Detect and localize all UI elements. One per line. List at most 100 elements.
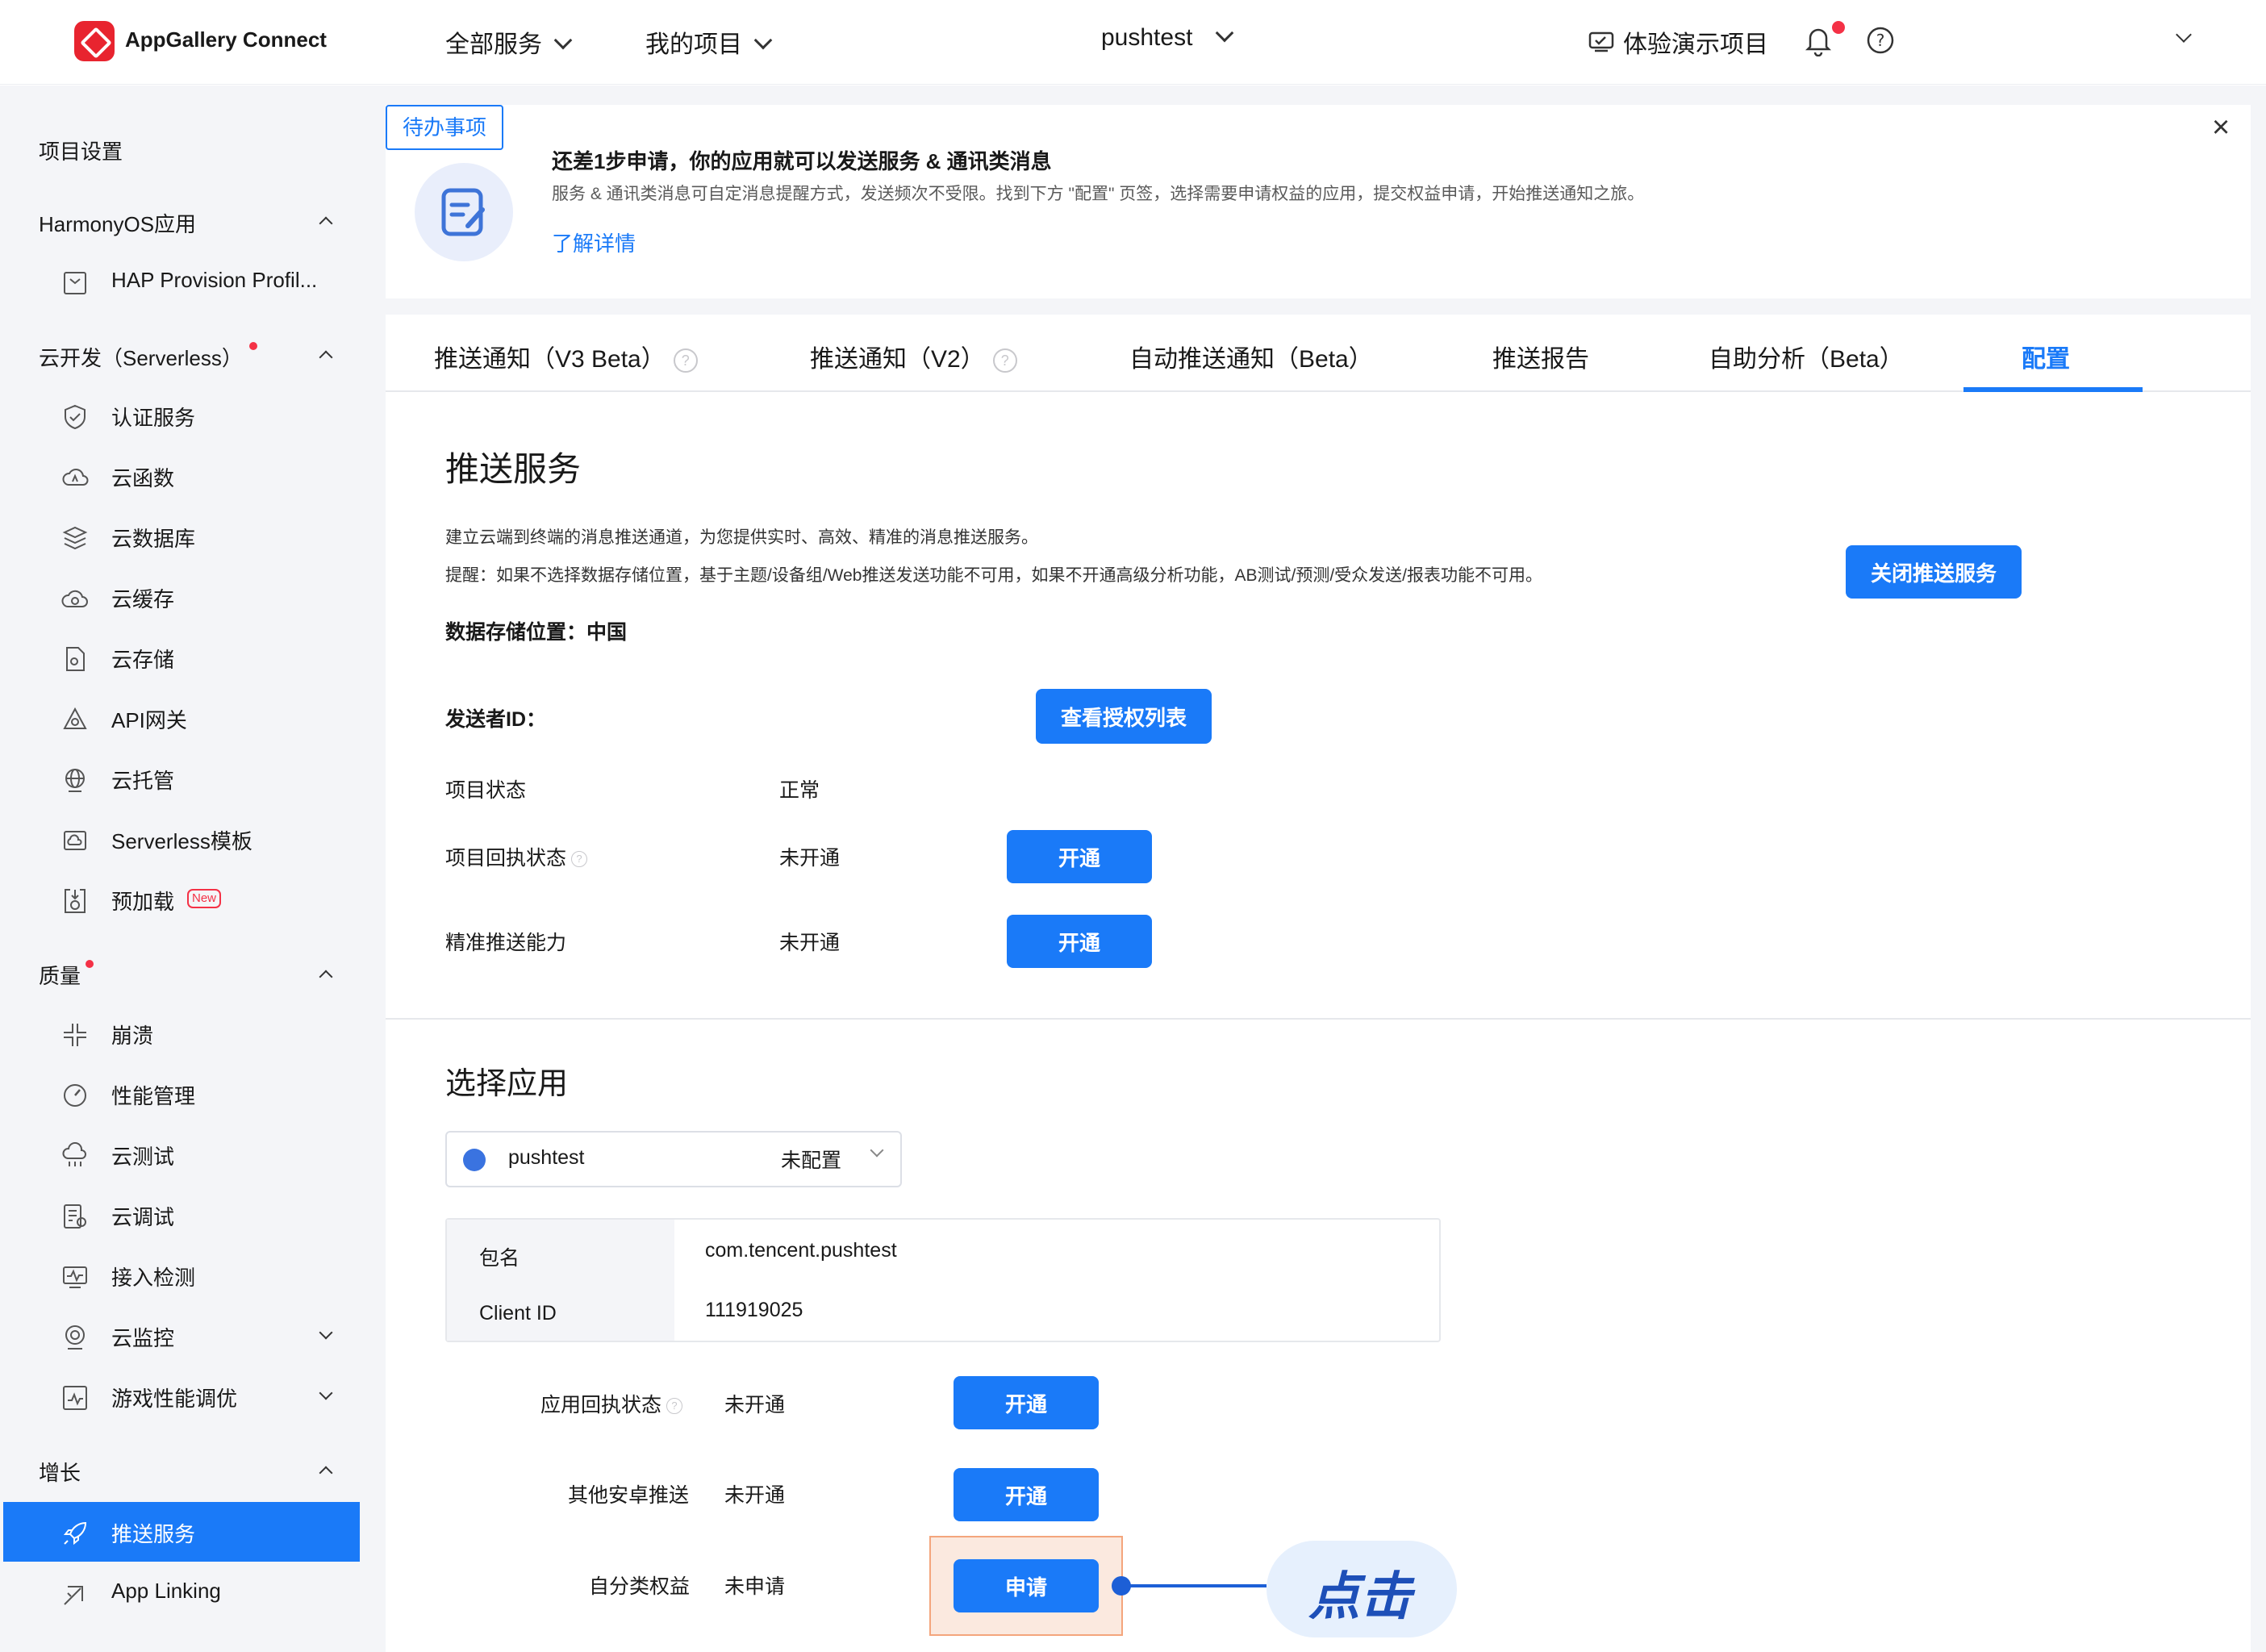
sidebar-group-serverless[interactable]: 云开发（Serverless）: [39, 342, 243, 372]
sidebar-item-cloud-db[interactable]: 云数据库: [3, 507, 360, 566]
account-menu-chevron[interactable]: [2176, 27, 2192, 44]
sidebar-group-harmonyos[interactable]: HarmonyOS应用: [39, 208, 196, 238]
sidebar-item-api-gateway[interactable]: API网关: [3, 688, 360, 748]
tab-push-report[interactable]: 推送报告: [1492, 339, 1589, 374]
tab-auto-push[interactable]: 自动推送通知（Beta）: [1129, 339, 1373, 374]
sidebar-project-settings[interactable]: 项目设置: [39, 136, 123, 165]
database-icon: [62, 526, 88, 550]
brand-name[interactable]: AppGallery Connect: [125, 27, 327, 52]
cloud-test-icon: [62, 1142, 86, 1166]
chevron-down-icon: [1216, 23, 1234, 43]
precise-push-label: 精准推送能力: [445, 932, 567, 954]
debug-file-icon: [64, 1204, 86, 1229]
sidebar-item-auth[interactable]: 认证服务: [3, 386, 360, 445]
enable-other-push-button[interactable]: 开通: [954, 1468, 1099, 1521]
help-icon[interactable]: ?: [992, 348, 1017, 373]
tab-configuration[interactable]: 配置: [2022, 339, 2070, 374]
section-divider: [386, 1018, 2251, 1020]
tab-self-analysis[interactable]: 自助分析（Beta）: [1709, 339, 1904, 374]
tab-push-v2[interactable]: 推送通知（V2）?: [810, 339, 1017, 374]
enable-precise-push-button[interactable]: 开通: [1007, 915, 1152, 968]
demo-project-link[interactable]: 体验演示项目: [1623, 24, 1768, 60]
sidebar-item-label: 性能管理: [111, 1084, 196, 1108]
sidebar-item-app-linking[interactable]: App Linking: [3, 1562, 360, 1622]
sidebar-item-hap-provision[interactable]: HAP Provision Profil...: [3, 252, 360, 311]
project-status-value: 正常: [779, 779, 820, 802]
help-icon[interactable]: ?: [1866, 26, 1895, 59]
view-auth-list-button[interactable]: 查看授权列表: [1036, 689, 1212, 744]
sidebar-item-label: 崩溃: [111, 1024, 154, 1048]
sidebar-item-push-service[interactable]: 推送服务: [3, 1502, 360, 1562]
cloud-cache-icon: [61, 590, 88, 607]
project-status-label: 项目状态: [445, 779, 527, 802]
close-push-service-button[interactable]: 关闭推送服务: [1846, 545, 2022, 599]
sidebar-item-cloud-cache[interactable]: 云缓存: [3, 567, 360, 627]
sidebar-item-game-performance[interactable]: 游戏性能调优: [3, 1366, 360, 1426]
help-icon[interactable]: ?: [571, 851, 588, 868]
chevron-up-icon[interactable]: [319, 350, 333, 365]
chevron-down-icon: [553, 31, 573, 50]
other-android-push-value: 未开通: [724, 1484, 786, 1507]
sidebar-item-cloud-hosting[interactable]: 云托管: [3, 749, 360, 808]
camera-monitor-icon: [65, 1325, 85, 1350]
app-config-status: 未配置: [781, 1149, 842, 1172]
appgallery-logo-icon[interactable]: [74, 21, 115, 61]
learn-more-link[interactable]: 了解详情: [552, 227, 636, 257]
apply-self-classification-button[interactable]: 申请: [954, 1559, 1099, 1612]
close-icon[interactable]: ×: [2212, 111, 2230, 144]
app-select-dropdown[interactable]: pushtest 未配置: [445, 1131, 902, 1187]
callout-dot: [1112, 1576, 1131, 1596]
sidebar-item-access-check[interactable]: 接入检测: [3, 1245, 360, 1305]
chevron-up-icon[interactable]: [319, 970, 333, 984]
sidebar-group-quality[interactable]: 质量: [39, 960, 81, 990]
push-service-reminder: 提醒：如果不选择数据存储位置，基于主题/设备组/Web推送发送功能不可用，如果不…: [445, 566, 1542, 585]
app-info-table: 包名 Client ID com.tencent.pushtest 111919…: [445, 1218, 1441, 1342]
tab-push-v3[interactable]: 推送通知（V3 Beta）?: [434, 339, 698, 374]
chevron-up-icon[interactable]: [319, 216, 333, 231]
chevron-down-icon[interactable]: [319, 1386, 333, 1406]
nav-all-services[interactable]: 全部服务: [445, 24, 573, 60]
chevron-up-icon[interactable]: [319, 1466, 333, 1480]
help-icon[interactable]: ?: [673, 348, 698, 373]
sidebar-item-label: 云存储: [111, 648, 175, 672]
sidebar-item-performance[interactable]: 性能管理: [3, 1064, 360, 1124]
sidebar-item-label: API网关: [111, 708, 187, 732]
edit-document-icon: [415, 163, 513, 261]
project-receipt-value: 未开通: [779, 847, 841, 870]
nav-my-projects[interactable]: 我的项目: [645, 24, 773, 60]
sidebar-item-label: 云监控: [111, 1326, 175, 1350]
svg-text:?: ?: [1876, 31, 1885, 50]
template-icon: [64, 831, 86, 850]
help-icon[interactable]: ?: [666, 1398, 683, 1415]
sidebar-group-growth[interactable]: 增长: [39, 1457, 81, 1487]
sidebar-item-label: 游戏性能调优: [111, 1387, 238, 1411]
notification-dot: [1832, 21, 1845, 34]
storage-location-row: 数据存储位置：中国: [445, 621, 628, 644]
sidebar-item-crash[interactable]: 崩溃: [3, 1003, 360, 1063]
chevron-down-icon[interactable]: [319, 1325, 333, 1345]
sidebar-item-preload[interactable]: 预加载 New: [3, 870, 360, 929]
sidebar-item-cloud-debug[interactable]: 云调试: [3, 1185, 360, 1245]
app-receipt-label: 应用回执状态?: [540, 1389, 683, 1418]
sidebar-item-label: 推送服务: [111, 1522, 196, 1546]
project-selector[interactable]: pushtest: [1101, 23, 1234, 52]
sidebar-item-cloud-test[interactable]: 云测试: [3, 1124, 360, 1184]
sidebar-item-cloud-function[interactable]: 云函数: [3, 446, 360, 506]
sidebar-item-label: 云托管: [111, 769, 175, 793]
game-performance-icon: [63, 1386, 87, 1410]
gauge-icon: [64, 1084, 86, 1107]
app-linking-icon: [64, 1586, 83, 1605]
sidebar-item-cloud-storage[interactable]: 云存储: [3, 628, 360, 687]
serverless-alert-dot: [249, 342, 257, 350]
sidebar-item-cloud-monitor[interactable]: 云监控: [3, 1306, 360, 1366]
app-avatar-icon: [463, 1149, 486, 1171]
bell-icon[interactable]: [1804, 24, 1833, 60]
monitor-check-icon: [63, 1266, 87, 1288]
sidebar-item-label: 接入检测: [111, 1266, 196, 1290]
sidebar-item-serverless-template[interactable]: Serverless模板: [3, 809, 360, 869]
banner-title: 还差1步申请，你的应用就可以发送服务 & 通讯类消息: [552, 149, 1052, 173]
demo-project-icon[interactable]: [1588, 27, 1615, 59]
enable-project-receipt-button[interactable]: 开通: [1007, 830, 1152, 883]
self-classification-value: 未申请: [724, 1575, 786, 1598]
enable-app-receipt-button[interactable]: 开通: [954, 1376, 1099, 1429]
